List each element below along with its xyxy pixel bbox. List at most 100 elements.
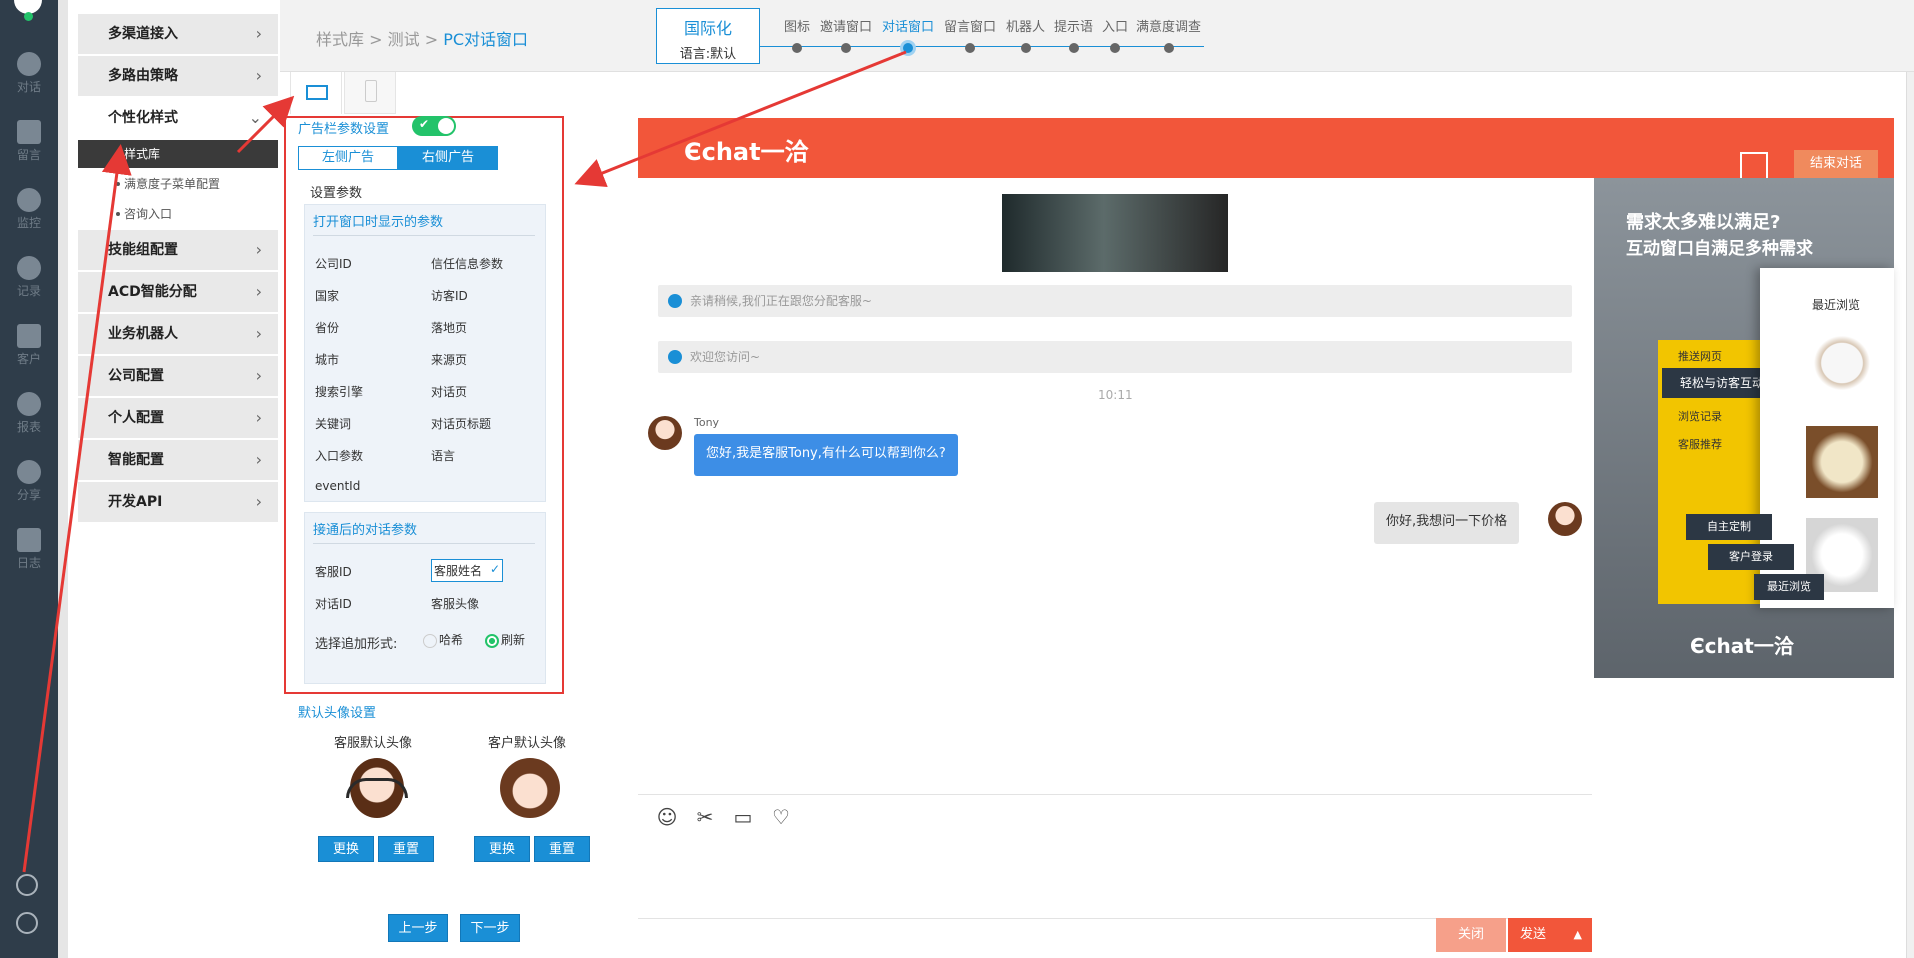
ad-menu-item: 客服推荐 [1678, 438, 1722, 451]
toggle-knob [438, 118, 454, 134]
open-params-title: 打开窗口时显示的参数 [313, 215, 444, 230]
param-item[interactable]: 关键词 [315, 415, 351, 432]
caret-up-icon[interactable]: ▲ [1574, 918, 1582, 952]
scissors-icon[interactable]: ✂ [694, 806, 716, 828]
step-message-window[interactable]: 留言窗口 [944, 16, 996, 53]
reset-customer-avatar-button[interactable]: 重置 [534, 836, 590, 862]
system-message: 欢迎您访问~ [658, 341, 1572, 373]
close-button[interactable]: 关闭 [1436, 918, 1506, 952]
after-connect-params-panel: 接通后的对话参数 客服ID 客服姓名 ✓ 对话ID 客服头像 选择追加形式: 哈… [304, 512, 546, 684]
intl-lang: 语言:默认 [679, 47, 737, 62]
leftbar-records[interactable]: 记录 [0, 256, 58, 299]
nav-business-bot[interactable]: 业务机器人 › [78, 314, 278, 354]
document-icon [17, 528, 41, 552]
subnav-style-library[interactable]: 样式库 [78, 140, 278, 168]
chat-banner-image [1002, 194, 1228, 272]
next-step-button[interactable]: 下一步 [460, 914, 520, 942]
chevron-right-icon: › [255, 282, 262, 301]
step-icon[interactable]: 图标 [784, 16, 810, 53]
nav-company-config[interactable]: 公司配置 › [78, 356, 278, 396]
leftbar-monitor[interactable]: 监控 [0, 188, 58, 231]
reset-agent-avatar-button[interactable]: 重置 [378, 836, 434, 862]
crumb-style-library[interactable]: 样式库 [316, 30, 364, 49]
param-item[interactable]: 城市 [315, 351, 339, 368]
param-item[interactable]: 对话页 [431, 383, 467, 400]
param-item[interactable]: 客服ID [315, 563, 352, 580]
prev-step-button[interactable]: 上一步 [388, 914, 448, 942]
nav-personalization[interactable]: 个性化样式 ⌄ [78, 98, 278, 138]
leftbar-log[interactable]: 日志 [0, 528, 58, 571]
nav-skill-groups[interactable]: 技能组配置 › [78, 230, 278, 270]
param-item[interactable]: 语言 [431, 447, 455, 464]
leftbar-reports[interactable]: 报表 [0, 392, 58, 435]
ad-brand-logo: Єchat一洽 [1690, 634, 1794, 658]
heart-icon[interactable]: ♡ [770, 806, 792, 828]
tab-mobile[interactable] [344, 72, 396, 114]
param-item[interactable]: 来源页 [431, 351, 467, 368]
nav-smart-config[interactable]: 智能配置 › [78, 440, 278, 480]
nav-dev-api[interactable]: 开发API › [78, 482, 278, 522]
power-icon[interactable] [16, 912, 38, 934]
step-satisfaction[interactable]: 满意度调查 [1136, 16, 1201, 53]
chevron-right-icon: › [255, 366, 262, 385]
chevron-right-icon: › [255, 408, 262, 427]
nav-multichannel[interactable]: 多渠道接入 › [78, 14, 278, 54]
param-item[interactable]: 国家 [315, 287, 339, 304]
nav-personal-config[interactable]: 个人配置 › [78, 398, 278, 438]
change-agent-avatar-button[interactable]: 更换 [318, 836, 374, 862]
folder-icon[interactable]: ▭ [732, 806, 754, 828]
chevron-right-icon: › [255, 450, 262, 469]
intl-button[interactable]: 国际化 语言:默认 [656, 8, 760, 64]
change-customer-avatar-button[interactable]: 更换 [474, 836, 530, 862]
end-chat-button[interactable]: 结束对话 [1794, 150, 1878, 178]
param-item[interactable]: 入口参数 [315, 447, 363, 464]
step-entry[interactable]: 入口 [1102, 16, 1128, 53]
chevron-right-icon: › [255, 324, 262, 343]
subnav-satisfaction-menu[interactable]: 满意度子菜单配置 [78, 170, 278, 198]
tab-desktop[interactable] [290, 72, 342, 114]
ad-subheadline: 互动窗口自满足多种需求 [1626, 239, 1813, 259]
tab-left-ad[interactable]: 左侧广告 [298, 146, 398, 170]
nav-routing[interactable]: 多路由策略 › [78, 56, 278, 96]
send-button[interactable]: 发送 ▲ [1508, 918, 1592, 952]
chevron-down-icon: ⌄ [248, 108, 262, 127]
emoji-icon[interactable]: ☺ [656, 806, 678, 828]
intl-title: 国际化 [683, 19, 732, 38]
subnav-consult-entry[interactable]: 咨询入口 [78, 200, 278, 228]
param-item[interactable]: 对话ID [315, 595, 352, 612]
nav-acd[interactable]: ACD智能分配 › [78, 272, 278, 312]
param-item[interactable]: 省份 [315, 319, 339, 336]
qr-code-icon[interactable] [1740, 152, 1768, 180]
leftbar-chat[interactable]: 对话 [0, 52, 58, 95]
radio-hash[interactable]: 哈希 [423, 631, 463, 648]
leftbar-customers[interactable]: 客户 [0, 324, 58, 367]
gear-icon[interactable] [16, 874, 38, 896]
param-item[interactable]: 公司ID [315, 255, 352, 272]
step-robot[interactable]: 机器人 [1006, 16, 1045, 53]
param-item[interactable]: 客服头像 [431, 595, 479, 612]
speaker-icon [668, 294, 682, 308]
leftbar-message[interactable]: 留言 [0, 120, 58, 163]
radio-refresh[interactable]: 刷新 [485, 631, 525, 648]
share-icon [17, 460, 41, 484]
left-icon-bar: 对话 留言 监控 记录 客户 报表 分享 日志 [0, 0, 58, 958]
param-item[interactable]: eventId [315, 479, 360, 493]
step-invite-window[interactable]: 邀请窗口 [820, 16, 872, 53]
param-item[interactable]: 对话页标题 [431, 415, 491, 432]
param-item-selected[interactable]: 客服姓名 ✓ [431, 559, 504, 582]
checkmark-icon: ✓ [489, 562, 501, 576]
step-prompt[interactable]: 提示语 [1054, 16, 1093, 53]
radio-icon [423, 633, 437, 648]
param-item[interactable]: 落地页 [431, 319, 467, 336]
crumb-test[interactable]: 测试 [388, 30, 420, 49]
param-item[interactable]: 搜索引擎 [315, 383, 363, 400]
visitor-message-bubble: 你好,我想问一下价格 [1374, 502, 1520, 544]
append-mode-label: 选择追加形式: [315, 637, 398, 652]
leftbar-share[interactable]: 分享 [0, 460, 58, 503]
tab-right-ad[interactable]: 右侧广告 [398, 146, 498, 170]
ad-toggle[interactable]: ✔ [412, 116, 456, 136]
param-item[interactable]: 访客ID [431, 287, 468, 304]
step-chat-window[interactable]: 对话窗口 [882, 16, 934, 56]
param-item[interactable]: 信任信息参数 [431, 255, 503, 272]
ad-menu-item: 浏览记录 [1678, 410, 1722, 423]
